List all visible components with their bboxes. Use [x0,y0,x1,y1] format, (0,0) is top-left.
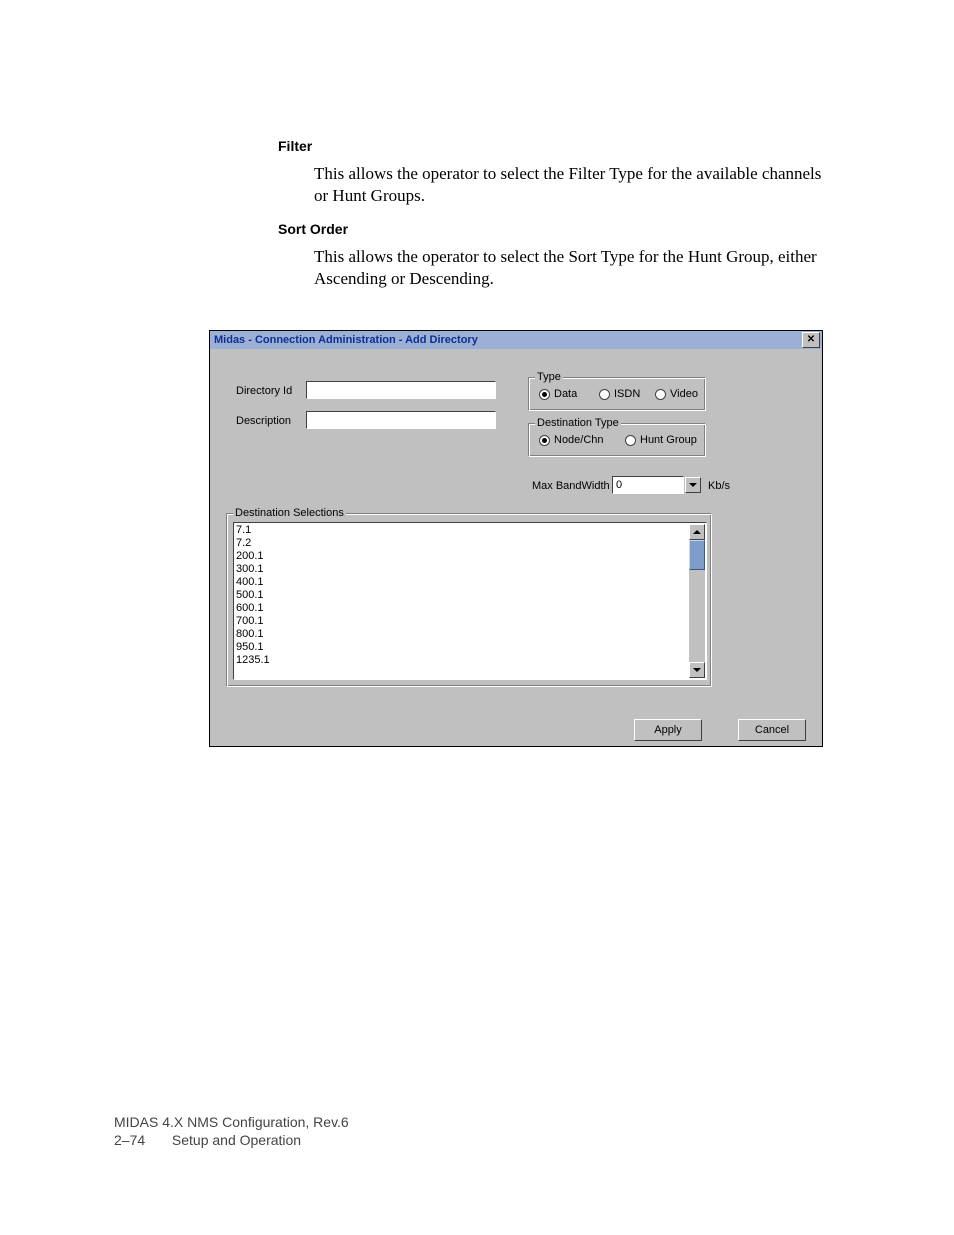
list-item[interactable]: 200.1 [236,550,706,563]
radio-label: Video [670,388,698,400]
footer-doc-title: MIDAS 4.X NMS Configuration, Rev.6 [114,1113,349,1131]
label-max-bandwidth: Max BandWidth [532,480,610,492]
scroll-down-button[interactable] [689,662,705,678]
radio-icon [539,435,550,446]
document-page: Filter This allows the operator to selec… [0,0,954,1235]
chevron-up-icon [693,530,701,534]
close-icon: ✕ [807,335,815,345]
heading-filter: Filter [278,138,312,154]
list-item[interactable]: 7.1 [236,524,706,537]
max-bandwidth-input[interactable] [612,476,684,494]
radio-label: Hunt Group [640,434,697,446]
group-type-legend: Type [535,371,563,383]
chevron-down-icon [693,668,701,672]
footer-section: Setup and Operation [172,1132,301,1148]
radio-type-isdn[interactable]: ISDN [599,388,640,400]
add-directory-dialog: Midas - Connection Administration - Add … [209,330,823,747]
paragraph-filter: This allows the operator to select the F… [314,163,834,207]
dialog-title: Midas - Connection Administration - Add … [214,334,802,346]
radio-label: Node/Chn [554,434,604,446]
radio-label: ISDN [614,388,640,400]
footer-page-number: 2–74 [114,1131,168,1149]
label-directory-id: Directory Id [236,385,292,397]
radio-dest-huntgroup[interactable]: Hunt Group [625,434,697,446]
page-footer: MIDAS 4.X NMS Configuration, Rev.6 2–74 … [114,1113,349,1149]
dialog-titlebar: Midas - Connection Administration - Add … [210,331,822,349]
radio-type-data[interactable]: Data [539,388,577,400]
max-bandwidth-dropdown[interactable] [685,477,701,493]
heading-sort-order: Sort Order [278,221,348,237]
group-dest-sel-legend: Destination Selections [233,507,346,519]
apply-button[interactable]: Apply [634,719,702,741]
list-item[interactable]: 600.1 [236,602,706,615]
close-button[interactable]: ✕ [802,332,820,348]
list-item[interactable]: 300.1 [236,563,706,576]
radio-icon [539,389,550,400]
list-item[interactable]: 950.1 [236,641,706,654]
list-item[interactable]: 500.1 [236,589,706,602]
label-kbs: Kb/s [708,480,730,492]
list-item[interactable]: 7.2 [236,537,706,550]
radio-icon [599,389,610,400]
scroll-up-button[interactable] [689,524,705,540]
radio-icon [625,435,636,446]
group-dest-type-legend: Destination Type [535,417,621,429]
list-item[interactable]: 800.1 [236,628,706,641]
list-item[interactable]: 1235.1 [236,654,706,667]
group-destination-type: Destination Type Node/Chn Hunt Group [528,423,706,457]
scroll-thumb[interactable] [689,540,705,570]
chevron-down-icon [689,483,697,487]
group-type: Type Data ISDN Video [528,377,706,411]
radio-dest-nodechn[interactable]: Node/Chn [539,434,604,446]
description-input[interactable] [306,411,496,429]
radio-type-video[interactable]: Video [655,388,698,400]
radio-label: Data [554,388,577,400]
label-description: Description [236,415,291,427]
paragraph-sort-order: This allows the operator to select the S… [314,246,834,290]
radio-icon [655,389,666,400]
list-item[interactable]: 400.1 [236,576,706,589]
group-dest-selections: Destination Selections 7.17.2200.1300.14… [226,513,712,687]
list-item[interactable]: 700.1 [236,615,706,628]
cancel-button[interactable]: Cancel [738,719,806,741]
destination-listbox[interactable]: 7.17.2200.1300.1400.1500.1600.1700.1800.… [233,522,707,680]
dialog-body: Directory Id Description Type Data ISDN … [210,349,822,746]
directory-id-input[interactable] [306,381,496,399]
scrollbar[interactable] [689,524,705,678]
